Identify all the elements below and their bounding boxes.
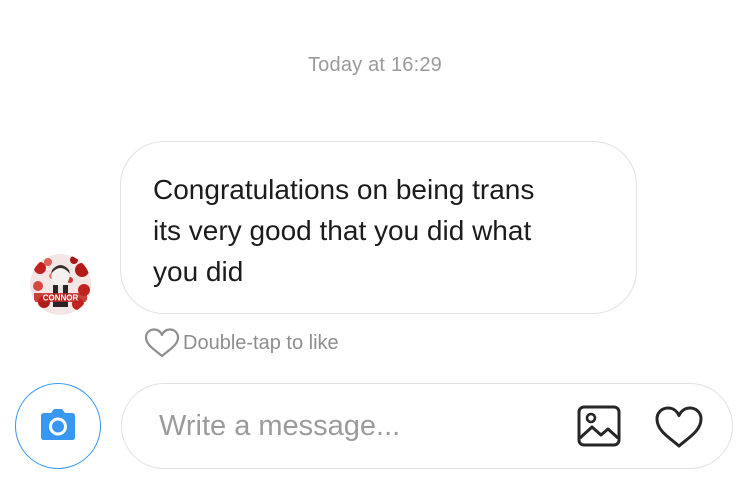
- camera-icon: [31, 399, 85, 453]
- message-line: its very good that you did what: [153, 215, 532, 246]
- avatar-caption: CONNOR: [43, 294, 79, 303]
- message-bubble[interactable]: Congratulations on being trans its very …: [120, 141, 637, 314]
- message-composer: [121, 383, 733, 469]
- sender-avatar[interactable]: CONNOR: [30, 254, 91, 315]
- message-line: Congratulations on being trans: [153, 174, 535, 205]
- like-hint: Double-tap to like: [143, 327, 339, 359]
- avatar-image: CONNOR: [30, 254, 91, 315]
- message-timestamp: Today at 16:29: [307, 54, 442, 76]
- camera-button[interactable]: [15, 383, 101, 469]
- heart-icon[interactable]: [654, 405, 704, 449]
- message-input[interactable]: [159, 404, 559, 448]
- heart-outline-icon: [144, 328, 180, 358]
- message-line: you did: [153, 256, 244, 287]
- like-hint-label: Double-tap to like: [183, 331, 339, 354]
- image-gallery-icon[interactable]: [577, 405, 621, 447]
